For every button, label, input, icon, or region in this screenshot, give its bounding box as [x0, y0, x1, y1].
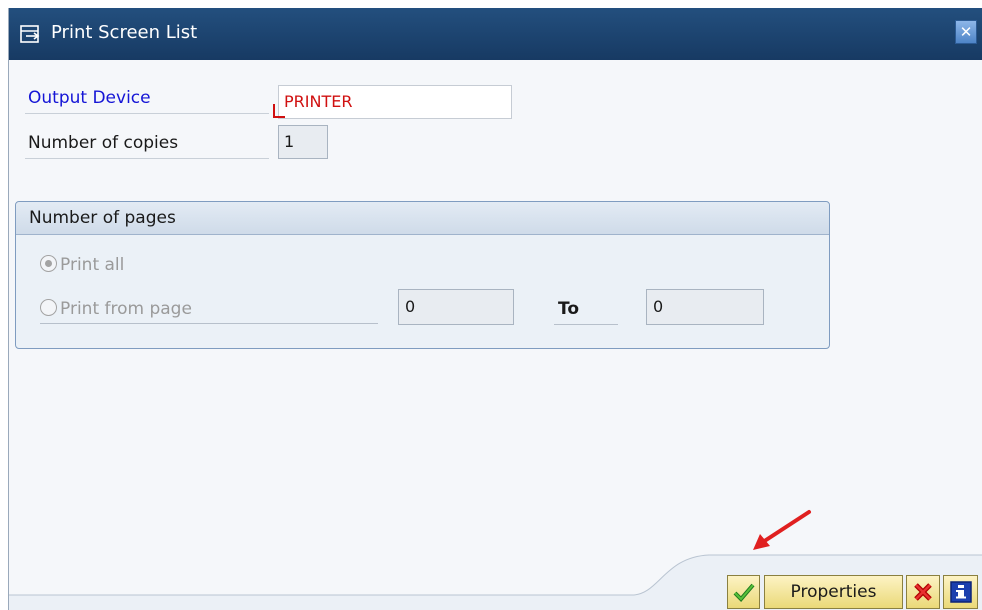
close-icon[interactable]: ✕ [955, 20, 977, 44]
from-page-field[interactable]: 0 [398, 289, 514, 325]
number-of-pages-group: Number of pages Print all Print from pag… [15, 201, 830, 349]
red-x-icon [914, 583, 932, 601]
number-of-copies-label: Number of copies [25, 128, 269, 159]
title-bar[interactable]: Print Screen List ✕ [9, 8, 982, 60]
print-from-page-option[interactable]: Print from page [40, 294, 378, 324]
print-from-page-radio[interactable] [40, 299, 57, 316]
window-title: Print Screen List [51, 22, 198, 43]
print-from-page-label: Print from page [60, 299, 192, 319]
cancel-button[interactable] [906, 575, 940, 609]
info-button[interactable] [943, 575, 978, 609]
print-all-label: Print all [60, 255, 125, 275]
required-field-marker [273, 104, 285, 118]
print-all-option[interactable]: Print all [40, 250, 124, 280]
to-label: To [554, 294, 618, 325]
properties-button[interactable]: Properties [764, 575, 903, 609]
print-list-icon [20, 25, 40, 43]
print-all-radio[interactable] [40, 255, 57, 272]
output-device-label: Output Device [25, 83, 269, 114]
continue-button[interactable] [727, 575, 760, 609]
checkmark-icon [733, 583, 755, 602]
annotation-arrow [753, 510, 811, 550]
group-title: Number of pages [16, 202, 829, 235]
print-dialog: Print Screen List ✕ Output Device PRINTE… [8, 8, 982, 610]
output-device-field[interactable]: PRINTER [278, 85, 512, 119]
to-page-field[interactable]: 0 [646, 289, 764, 325]
info-icon [949, 581, 972, 603]
number-of-copies-field[interactable]: 1 [278, 125, 328, 159]
